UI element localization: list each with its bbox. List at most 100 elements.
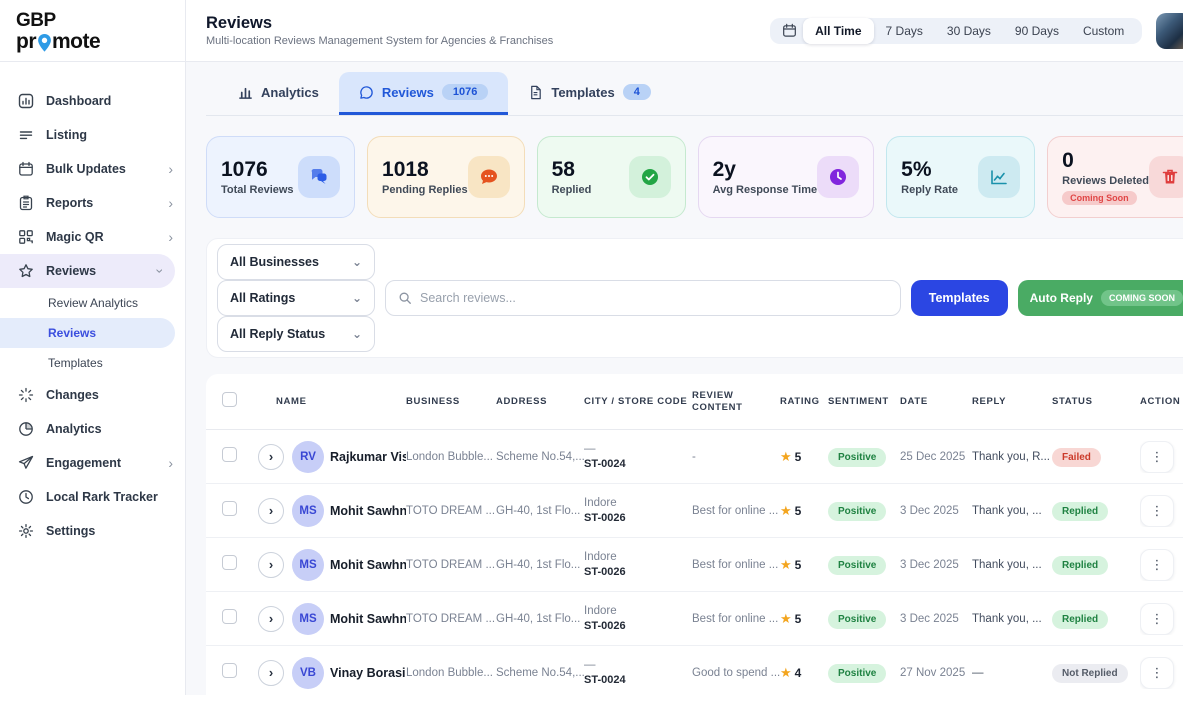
reply-preview: Thank you, R... [972, 451, 1052, 463]
sidebar-item-listing[interactable]: Listing [0, 118, 185, 152]
settings-icon [18, 523, 34, 539]
main-area: Reviews Multi-location Reviews Managemen… [186, 0, 1200, 718]
chevron-down-icon: ⌄ [352, 255, 362, 269]
search-input[interactable] [420, 291, 888, 305]
stat-value: 58 [552, 158, 592, 181]
date-filter-all-time[interactable]: All Time [803, 18, 873, 44]
dashboard-icon [18, 93, 34, 109]
listing-icon [18, 127, 34, 143]
line-chart-icon [978, 156, 1020, 198]
sidebar-item-bulk-updates[interactable]: Bulk Updates › [0, 152, 185, 186]
date-filter-30-days[interactable]: 30 Days [935, 18, 1003, 44]
rating: ★5 [780, 556, 828, 574]
sidebar-item-reviews[interactable]: Reviews › [0, 254, 175, 288]
date-range-group: All Time7 Days30 Days90 DaysCustom [770, 18, 1142, 44]
avatar: MS [292, 603, 324, 635]
sidebar: GBP prmote Dashboard Listing Bulk Update… [0, 0, 186, 718]
calendar-icon [782, 23, 797, 38]
chevron-right-icon: › [168, 455, 173, 471]
sidebar-item-magic-qr[interactable]: Magic QR › [0, 220, 185, 254]
row-actions-menu-button[interactable]: ⋮ [1140, 549, 1174, 581]
chevron-down-icon: ⌄ [352, 291, 362, 305]
avatar: MS [292, 549, 324, 581]
stat-value: 1076 [221, 158, 294, 181]
select-all-checkbox[interactable] [222, 392, 237, 407]
row-actions-menu-button[interactable]: ⋮ [1140, 441, 1174, 473]
sidebar-subitem-templates[interactable]: Templates [0, 348, 185, 378]
rating: ★5 [780, 610, 828, 628]
sidebar-item-local-rark-tracker[interactable]: Local Rark Tracker [0, 480, 185, 514]
star-icon: ★ [780, 665, 792, 680]
right-gutter [1183, 0, 1200, 718]
sentiment-badge: Positive [828, 502, 886, 521]
stat-coming-soon-badge: Coming Soon [1062, 191, 1137, 205]
chat-dots-icon [468, 156, 510, 198]
date-filter-90-days[interactable]: 90 Days [1003, 18, 1071, 44]
stat-card-avg-response-time: 2y Avg Response Time [698, 136, 875, 218]
auto-reply-button[interactable]: Auto Reply COMING SOON [1018, 280, 1195, 316]
tab-reviews[interactable]: Reviews 1076 [339, 72, 509, 115]
row-checkbox[interactable] [222, 555, 237, 570]
stat-value: 2y [713, 158, 818, 181]
sidebar-item-dashboard[interactable]: Dashboard [0, 84, 185, 118]
sidebar-subitem-review-analytics[interactable]: Review Analytics [0, 288, 185, 318]
tab-count-badge: 4 [623, 84, 651, 100]
tab-analytics[interactable]: Analytics [218, 72, 339, 115]
address: Scheme No.54,... [496, 451, 584, 463]
bottom-gutter [0, 695, 1200, 718]
sidebar-item-settings[interactable]: Settings [0, 514, 185, 548]
search-box [385, 280, 901, 316]
row-checkbox[interactable] [222, 501, 237, 516]
avatar: RV [292, 441, 324, 473]
row-checkbox[interactable] [222, 663, 237, 678]
stat-label: Avg Response Time [713, 184, 818, 196]
templates-button[interactable]: Templates [911, 280, 1008, 316]
dropdown-all-businesses[interactable]: All Businesses ⌄ [217, 244, 375, 280]
star-icon: ★ [780, 449, 792, 464]
brand-line2: prmote [16, 30, 185, 54]
reply-preview: Thank you, ... [972, 613, 1052, 625]
expand-row-button[interactable]: › [258, 606, 284, 632]
sidebar-item-reports[interactable]: Reports › [0, 186, 185, 220]
status-badge: Replied [1052, 556, 1108, 575]
auto-reply-label: Auto Reply [1030, 291, 1093, 305]
stat-label: Pending Replies [382, 184, 468, 196]
date-filter-7-days[interactable]: 7 Days [874, 18, 935, 44]
row-actions-menu-button[interactable]: ⋮ [1140, 657, 1174, 689]
reviews-icon [18, 263, 34, 279]
sidebar-item-analytics[interactable]: Analytics [0, 412, 185, 446]
dropdown-all-reply-status[interactable]: All Reply Status ⌄ [217, 316, 375, 352]
address: GH-40, 1st Flo... [496, 613, 584, 625]
stat-label: Reply Rate [901, 184, 958, 196]
analytics-tab-icon [238, 85, 253, 100]
business-name: TOTO DREAM ... [406, 505, 496, 517]
row-checkbox[interactable] [222, 447, 237, 462]
row-actions-menu-button[interactable]: ⋮ [1140, 495, 1174, 527]
expand-row-button[interactable]: › [258, 498, 284, 524]
row-actions-menu-button[interactable]: ⋮ [1140, 603, 1174, 635]
stat-value: 0 [1062, 149, 1149, 172]
sidebar-subitem-reviews[interactable]: Reviews [0, 318, 175, 348]
tab-templates[interactable]: Templates 4 [508, 72, 670, 115]
chevron-down-icon: › [153, 269, 169, 274]
address: Scheme No.54,... [496, 667, 584, 679]
expand-row-button[interactable]: › [258, 444, 284, 470]
status-badge: Failed [1052, 448, 1101, 467]
expand-row-button[interactable]: › [258, 552, 284, 578]
reviewer-name: Rajkumar Vis [330, 450, 406, 464]
date-filter-custom[interactable]: Custom [1071, 18, 1136, 44]
row-checkbox[interactable] [222, 609, 237, 624]
chevron-right-icon: › [168, 229, 173, 245]
coming-soon-badge: COMING SOON [1101, 290, 1183, 306]
page-heading: Reviews Multi-location Reviews Managemen… [206, 14, 553, 47]
star-icon: ★ [780, 557, 792, 572]
rating: ★5 [780, 502, 828, 520]
expand-row-button[interactable]: › [258, 660, 284, 686]
stat-label: Replied [552, 184, 592, 196]
table-row: › MS Mohit Sawhn TOTO DREAM ... GH-40, 1… [206, 484, 1200, 538]
dropdown-all-ratings[interactable]: All Ratings ⌄ [217, 280, 375, 316]
column-header-address: ADDRESS [496, 396, 584, 408]
review-content: Best for online ... [692, 613, 780, 625]
sidebar-item-changes[interactable]: Changes [0, 378, 185, 412]
sidebar-item-engagement[interactable]: Engagement › [0, 446, 185, 480]
